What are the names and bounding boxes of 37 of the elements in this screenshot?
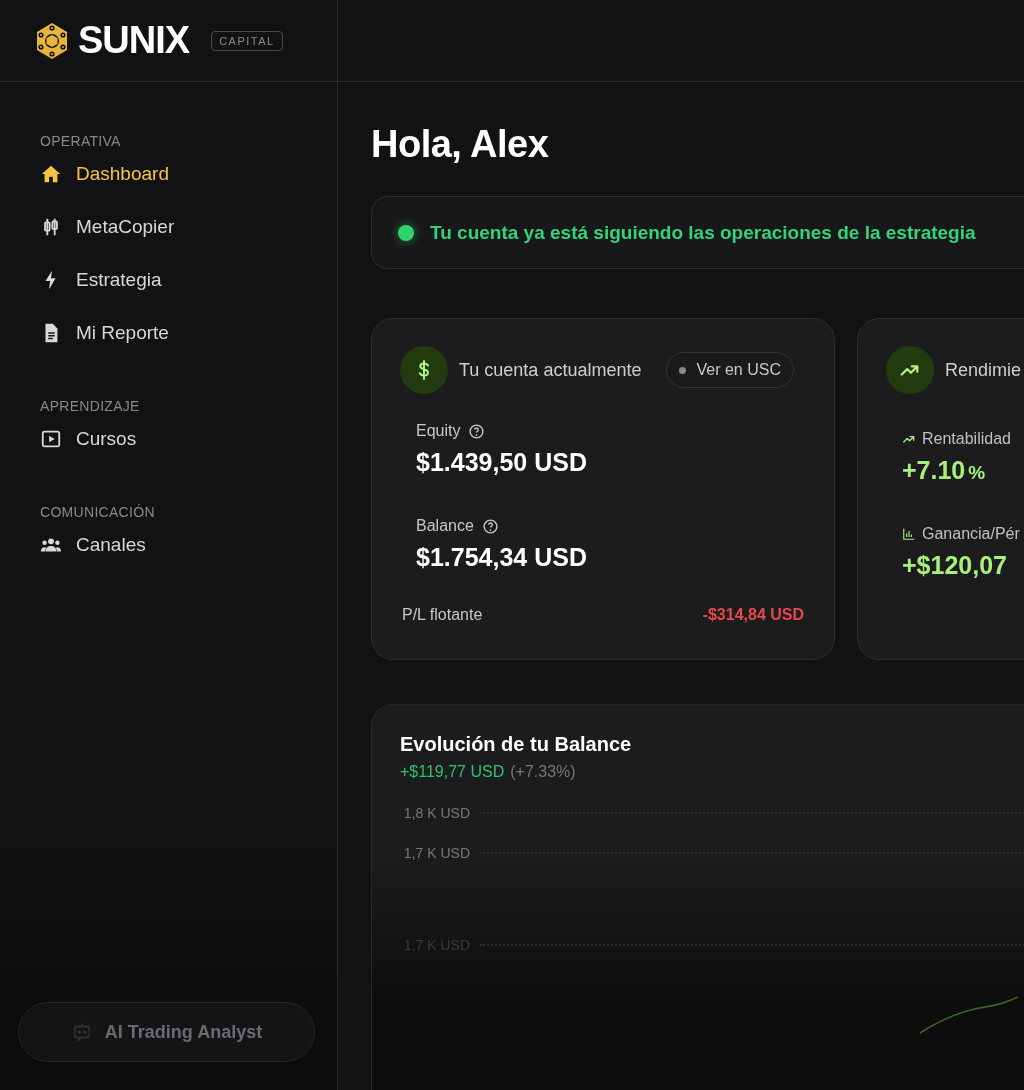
- metric-unit: %: [968, 462, 986, 484]
- balance-change-percent: (+7.33%): [510, 763, 576, 782]
- axis-label: 1,7 K USD: [402, 845, 470, 862]
- metric-label: Rentabilidad: [922, 430, 1011, 449]
- nav-item[interactable]: Estrategia: [0, 253, 162, 306]
- section-heading: APRENDIZAJE: [39, 398, 141, 414]
- nav-item[interactable]: Dashboard: [0, 147, 169, 200]
- greeting-heading: Hola, Alex: [371, 123, 550, 166]
- bar-chart-icon: [902, 527, 916, 542]
- nav-item[interactable]: MetaCopier: [0, 200, 175, 253]
- axis-label: 1,8 K USD: [402, 805, 470, 822]
- metric-value: +$120,07: [902, 551, 1007, 580]
- nav-item[interactable]: Canales: [0, 518, 146, 571]
- help-icon: [468, 422, 486, 440]
- balance-change: +$119,77 USD: [400, 763, 505, 782]
- metric-value: +7.10: [902, 456, 966, 485]
- metric-value: -$314,84 USD: [702, 606, 804, 625]
- metric-label: Equity: [416, 422, 461, 441]
- metric-label: P/L flotante: [402, 606, 483, 625]
- dollar-icon: [400, 346, 448, 395]
- help-icon: [481, 517, 499, 535]
- metric-label: Balance: [416, 517, 474, 536]
- metric-value: $1.439,50 USD: [416, 448, 588, 478]
- card-title: Tu cuenta actualmente: [459, 359, 642, 381]
- status-message: Tu cuenta ya está siguiendo las operaciones de la estrategia: [430, 221, 976, 244]
- metric-value: $1.754,34 USD: [416, 543, 588, 573]
- logo-wordmark: SUNIX: [78, 19, 190, 62]
- section-heading: COMUNICACIÓN: [39, 504, 156, 520]
- trend-up-icon: [886, 346, 934, 395]
- card-title: Rendimie: [945, 359, 1022, 381]
- nav-item[interactable]: Mi Reporte: [0, 306, 169, 359]
- currency-toggle[interactable]: Ver en USC: [666, 352, 794, 389]
- nav-item[interactable]: Cursos: [0, 412, 137, 465]
- section-heading: OPERATIVA: [39, 133, 122, 149]
- metric-label: Ganancia/Pér: [922, 525, 1020, 544]
- chart-title: Evolución de tu Balance: [400, 733, 633, 757]
- brand-tag: CAPITAL: [211, 30, 283, 51]
